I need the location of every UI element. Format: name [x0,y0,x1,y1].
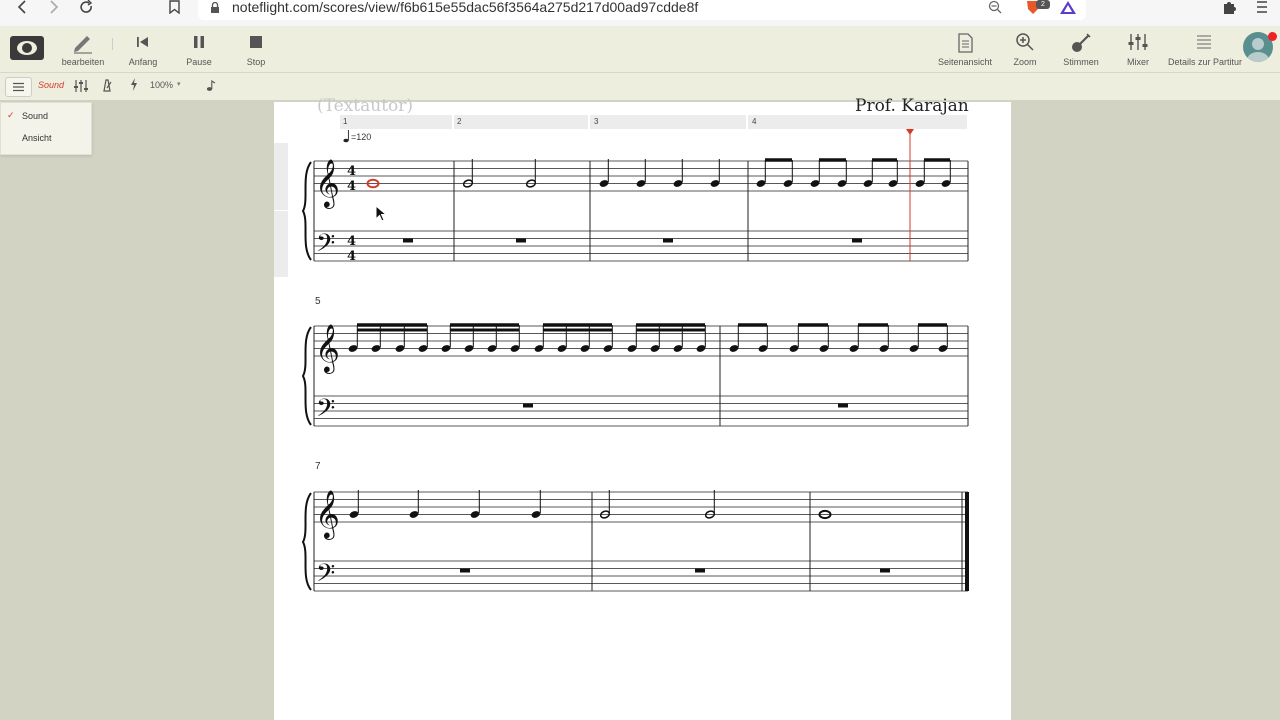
zoom-percentage[interactable]: 100% [150,80,173,90]
system-1 [313,160,969,262]
zoom-out-icon[interactable] [988,0,1002,19]
reload-icon[interactable] [79,0,94,16]
hamburger-icon [13,82,24,92]
time-sig-top: 4 [347,234,356,249]
final-barline [965,492,969,591]
dropdown-item-view[interactable]: Ansicht [22,133,52,143]
forward-icon[interactable] [48,0,60,16]
lightning-icon[interactable] [130,78,138,96]
time-sig-bottom: 4 [347,249,356,264]
checkmark-icon: ✓ [7,110,15,120]
svg-text:𝄢: 𝄢 [316,394,335,429]
mixer-button[interactable]: Mixer [1103,32,1173,67]
noteflight-logo-icon[interactable] [10,34,44,67]
mixer-label: Mixer [1127,57,1149,67]
zoom-dropdown-arrow-icon[interactable]: ▾ [177,80,181,88]
details-label: Details zur Partitur [1168,57,1243,67]
mouse-cursor-icon [375,204,388,227]
svg-text:𝄞: 𝄞 [315,323,340,374]
mixer-icon [1103,32,1173,56]
dropdown-item-sound[interactable]: Sound [22,111,48,121]
back-icon[interactable] [16,0,28,16]
secondary-toolbar [0,73,1280,101]
notification-dot [1268,32,1277,41]
time-sig-top: 4 [347,164,356,179]
extensions-puzzle-icon[interactable] [1222,0,1237,20]
brave-rewards-icon[interactable] [1059,0,1077,20]
metronome-icon[interactable] [101,79,113,97]
stop-button[interactable]: Stop [221,32,291,67]
note-input-icon[interactable] [206,79,216,97]
stop-icon [221,32,291,56]
view-menu-button[interactable] [5,77,32,97]
details-list-icon [1168,32,1240,56]
url-text: noteflight.com/scores/view/f6b615e55dac5… [232,0,699,15]
time-sig-bottom: 4 [347,179,356,194]
stop-label: Stop [246,57,266,67]
bass-clef-icon: 𝄢 [316,229,335,264]
treble-clef-icon: 𝄞 [315,158,340,209]
bookmark-icon[interactable] [169,0,180,16]
svg-text:𝄢: 𝄢 [316,559,335,594]
extension-badge: 2 [1036,0,1050,9]
music-notation[interactable]: 𝄞 𝄞 𝄢 4 4 4 4 [274,102,1011,720]
lock-icon [210,1,220,19]
tuning-sliders-icon[interactable] [73,78,89,99]
score-details-button[interactable]: Details zur Partitur [1168,32,1243,67]
menu-icon[interactable] [1257,0,1267,19]
sound-mode-label[interactable]: Sound [38,80,64,90]
svg-text:𝄞: 𝄞 [315,489,340,540]
